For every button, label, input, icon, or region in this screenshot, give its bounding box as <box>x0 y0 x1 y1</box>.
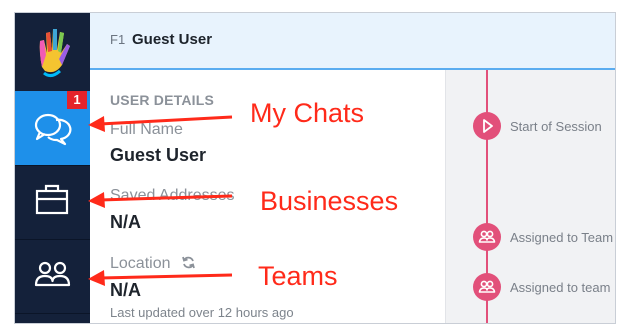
arrow-my-chats <box>88 115 233 132</box>
annotation-businesses: Businesses <box>260 186 399 216</box>
annotation-my-chats: My Chats <box>250 98 365 128</box>
annotation-teams: Teams <box>258 261 338 291</box>
arrow-teams <box>88 270 233 286</box>
arrow-businesses <box>88 192 233 208</box>
